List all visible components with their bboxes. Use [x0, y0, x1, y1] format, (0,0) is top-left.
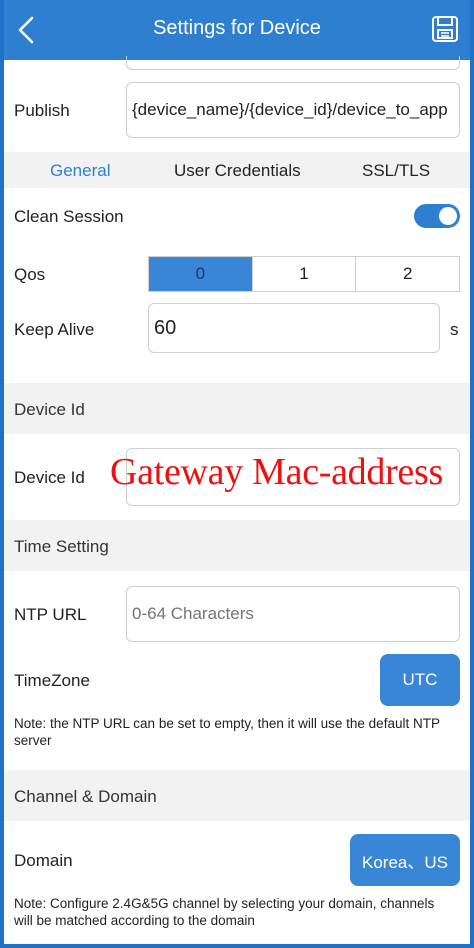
tab-bar: General User Credentials SSL/TLS: [4, 152, 470, 188]
channel-section-header: Channel & Domain: [4, 770, 470, 821]
time-section-header: Time Setting: [4, 520, 470, 571]
timezone-button[interactable]: UTC: [380, 654, 460, 706]
clean-session-toggle[interactable]: [414, 204, 460, 228]
tab-ssl-tls[interactable]: SSL/TLS: [362, 161, 430, 181]
publish-input[interactable]: {device_name}/{device_id}/device_to_app: [126, 82, 460, 138]
keep-alive-label: Keep Alive: [14, 320, 95, 339]
keep-alive-value: 60: [154, 316, 177, 339]
domain-button[interactable]: Korea、US: [350, 834, 460, 886]
tab-general[interactable]: General: [50, 161, 110, 181]
domain-label: Domain: [14, 851, 73, 870]
tab-user-credentials[interactable]: User Credentials: [174, 161, 301, 181]
app-header: Settings for Device: [4, 0, 470, 60]
timezone-label: TimeZone: [14, 671, 90, 690]
qos-selector: 0 1 2: [148, 256, 460, 292]
page-title: Settings for Device: [153, 17, 321, 39]
publish-value: {device_name}/{device_id}/device_to_app: [132, 100, 448, 119]
app-frame: Settings for Device Publish {device_name…: [4, 0, 470, 944]
publish-label: Publish: [14, 101, 70, 120]
clean-session-label: Clean Session: [14, 207, 124, 226]
device-id-label: Device Id: [14, 468, 85, 487]
domain-note: Note: Configure 2.4G&5G channel by selec…: [14, 896, 435, 928]
keep-alive-input[interactable]: 60: [148, 303, 440, 353]
qos-label: Qos: [14, 265, 46, 284]
ntp-note: Note: the NTP URL can be set to empty, t…: [14, 716, 440, 748]
keep-alive-unit: s: [450, 320, 459, 339]
save-icon[interactable]: [430, 14, 460, 44]
gateway-mac-annotation: Gateway Mac-address: [110, 451, 443, 493]
device-id-section-title: Device Id: [14, 400, 85, 419]
qos-option-1[interactable]: 1: [251, 257, 356, 291]
channel-section-title: Channel & Domain: [14, 787, 157, 806]
toggle-knob: [439, 207, 457, 225]
time-section-title: Time Setting: [14, 537, 109, 556]
ntp-url-input[interactable]: [126, 586, 460, 642]
previous-input-edge[interactable]: [126, 56, 460, 70]
qos-option-2[interactable]: 2: [355, 257, 459, 291]
ntp-url-label: NTP URL: [14, 605, 87, 624]
device-id-section-header: Device Id: [4, 383, 470, 434]
qos-option-0[interactable]: 0: [149, 257, 252, 291]
